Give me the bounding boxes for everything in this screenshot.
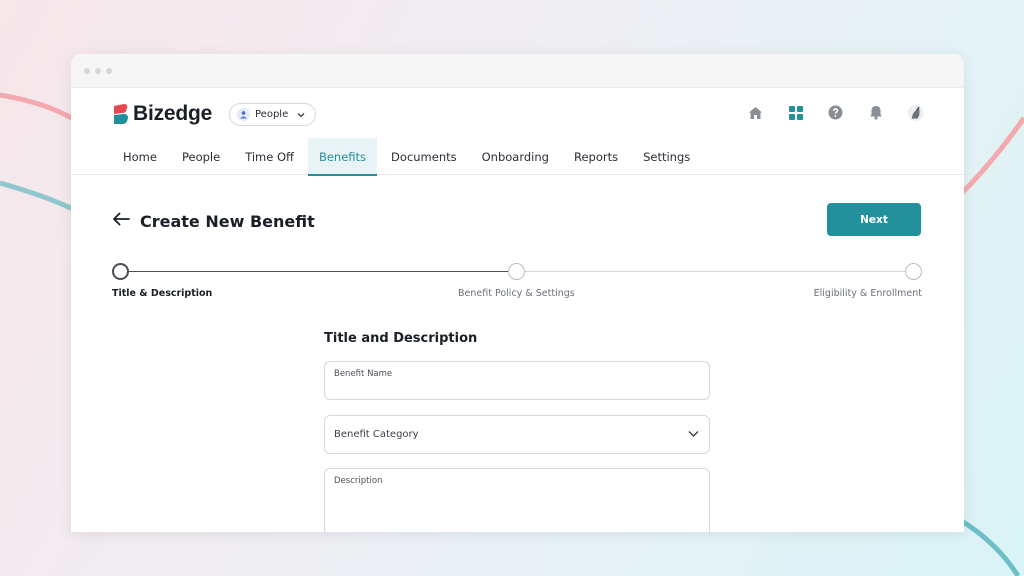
next-button[interactable]: Next [827,203,921,236]
benefit-name-label: Benefit Name [334,369,393,379]
chevron-down-icon [688,431,699,437]
nav-people[interactable]: People [171,138,231,175]
nav-benefits[interactable]: Benefits [307,138,378,176]
app-window: Bizedge People Home People Time Off Bene… [71,54,964,532]
benefit-category-select[interactable]: Benefit Category [324,415,710,454]
help-icon[interactable] [827,104,844,121]
window-dot [106,67,112,74]
step-1-label: Title & Description [112,288,213,299]
bell-icon[interactable] [867,104,884,121]
nav-documents[interactable]: Documents [380,138,468,175]
stepper-line-pending [525,271,905,272]
page-title: Create New Benefit [140,212,315,231]
nav-settings[interactable]: Settings [632,138,701,175]
nav-onboarding[interactable]: Onboarding [471,138,560,175]
window-dot [95,67,101,74]
step-2-label: Benefit Policy & Settings [458,288,575,299]
home-icon[interactable] [747,104,764,121]
brand-name: Bizedge [133,102,213,125]
brand-mark-icon [114,104,128,124]
module-selector-label: People [255,109,289,120]
progress-stepper: Title & Description Benefit Policy & Set… [112,263,922,303]
brand-logo[interactable]: Bizedge [112,102,212,126]
stepper-line-completed [129,271,509,272]
window-titlebar [71,54,964,88]
chevron-down-icon [297,112,305,117]
step-1-indicator [112,263,129,280]
person-icon [237,108,250,121]
apps-grid-icon[interactable] [787,104,804,121]
section-title: Title and Description [324,331,478,346]
step-3-indicator [905,263,922,280]
description-field[interactable]: Description [324,468,710,532]
top-bar: Bizedge People [71,88,964,138]
step-3-label: Eligibility & Enrollment [813,288,922,299]
user-avatar[interactable] [907,104,924,121]
nav-reports[interactable]: Reports [563,138,629,175]
back-arrow-icon[interactable] [112,211,130,230]
benefit-name-input[interactable] [333,381,701,395]
benefit-category-label: Benefit Category [334,429,419,440]
benefit-name-field[interactable]: Benefit Name [324,361,710,400]
nav-home[interactable]: Home [112,138,168,175]
description-label: Description [334,476,383,486]
nav-time-off[interactable]: Time Off [234,138,305,175]
module-selector[interactable]: People [229,103,316,126]
main-nav: Home People Time Off Benefits Documents … [71,138,964,176]
top-icon-bar [747,104,924,121]
window-dot [84,67,90,74]
step-2-indicator [508,263,525,280]
